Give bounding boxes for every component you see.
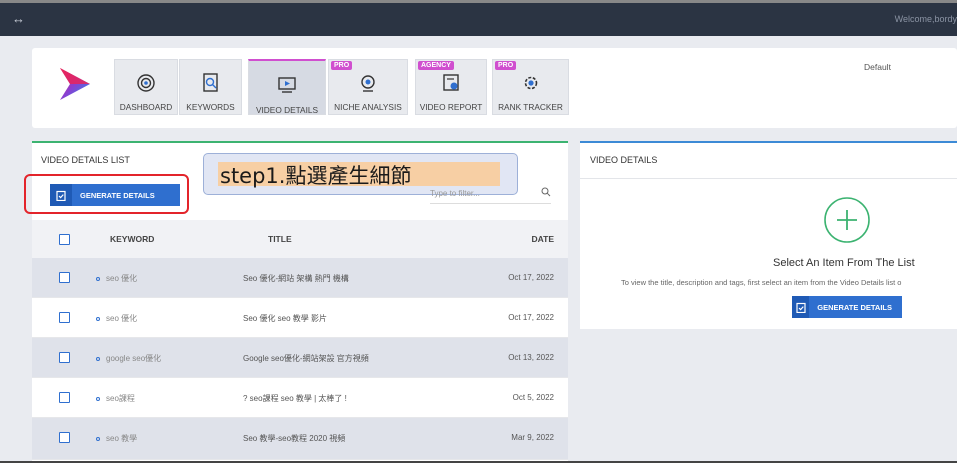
header-keyword: KEYWORD [110,234,155,244]
table-row[interactable]: seo 教學 Seo 教學-seo教程 2020 視頻 Mar 9, 2022 [32,418,568,460]
tab-video-report[interactable]: AGENCY VIDEO REPORT [415,59,487,115]
tab-label: NICHE ANALYSIS [334,102,402,112]
row-date: Mar 9, 2022 [511,433,554,442]
profile-select[interactable]: Default [864,62,891,72]
row-date: Oct 5, 2022 [512,393,554,402]
empty-state-text: To view the title, description and tags,… [621,278,902,287]
row-keyword: seo 教學 [96,433,137,444]
details-generate-button[interactable]: GENERATE DETAILS [792,296,902,318]
divider [580,178,957,179]
row-title: Seo 優化 seo 教學 影片 [243,314,328,323]
row-title: Seo 優化-網站 架構 熱門 機構 [243,274,349,283]
row-keyword: seo 優化 [96,273,137,284]
tab-label: DASHBOARD [119,102,173,112]
table-row[interactable]: seo課程 ? seo課程 seo 教學 | 太棒了 ! Oct 5, 2022 [32,378,568,418]
plus-circle-icon [824,197,870,243]
video-details-icon [278,77,296,93]
empty-state-title: Select An Item From The List [773,257,915,269]
callout-text: step1.點選產生細節 [220,164,412,188]
clipboard-check-icon [792,296,810,318]
filter-search[interactable]: Type to filter... [430,182,551,204]
pro-badge: PRO [331,61,353,70]
pro-badge: PRO [495,61,517,70]
row-title: ? seo課程 seo 教學 | 太棒了 ! [243,394,347,403]
row-checkbox[interactable] [59,392,70,403]
row-keyword: google seo優化 [96,353,161,364]
gear-icon [524,76,537,90]
list-card-title: VIDEO DETAILS LIST [41,155,130,165]
highlight-outline [24,174,189,214]
search-doc-icon [202,73,218,92]
tool-nav-card: DASHBOARD KEYWORDS VIDEO DETAILS PRO NIC… [32,48,957,128]
header-date: DATE [531,234,554,244]
target-icon [137,74,155,92]
select-all-checkbox[interactable] [59,234,70,245]
row-checkbox[interactable] [59,312,70,323]
tab-label: KEYWORDS [186,102,235,112]
tab-label: VIDEO DETAILS [255,105,319,115]
details-card-title: VIDEO DETAILS [590,155,658,165]
tab-label: VIDEO REPORT [419,102,483,112]
tab-dashboard[interactable]: DASHBOARD [114,59,178,115]
welcome-text: Welcome,bordy [894,14,957,24]
top-bar: ↔ Welcome,bordy [0,3,957,36]
app-logo-icon [60,68,90,100]
row-date: Oct 13, 2022 [508,353,554,362]
row-title: Seo 教學-seo教程 2020 視頻 [243,434,346,443]
expand-arrows-icon[interactable]: ↔ [12,11,25,26]
header-title: TITLE [268,234,292,244]
row-keyword: seo 優化 [96,313,137,324]
table-header: KEYWORD TITLE DATE [32,220,568,258]
agency-badge: AGENCY [418,61,454,70]
row-title: Google seo優化-網站架設 官方視頻 [243,354,369,363]
report-icon [443,74,459,91]
row-date: Oct 17, 2022 [508,313,554,322]
table-row[interactable]: seo 優化 Seo 優化 seo 教學 影片 Oct 17, 2022 [32,298,568,338]
row-keyword: seo課程 [96,393,135,404]
table-row[interactable]: seo 優化 Seo 優化-網站 架構 熱門 機構 Oct 17, 2022 [32,258,568,298]
tab-video-details[interactable]: VIDEO DETAILS [248,59,326,115]
generate-details-label: GENERATE DETAILS [817,302,892,312]
row-checkbox[interactable] [59,432,70,443]
table-row[interactable]: google seo優化 Google seo優化-網站架設 官方視頻 Oct … [32,338,568,378]
row-checkbox[interactable] [59,352,70,363]
search-icon [541,187,551,197]
window-frame-bottom [0,461,957,472]
row-checkbox[interactable] [59,272,70,283]
tab-keywords[interactable]: KEYWORDS [179,59,242,115]
tab-niche-analysis[interactable]: PRO NICHE ANALYSIS [328,59,408,115]
search-placeholder: Type to filter... [430,189,480,198]
niche-icon [361,75,375,92]
tab-rank-tracker[interactable]: PRO RANK TRACKER [492,59,569,115]
row-date: Oct 17, 2022 [508,273,554,282]
tab-label: RANK TRACKER [498,102,563,112]
